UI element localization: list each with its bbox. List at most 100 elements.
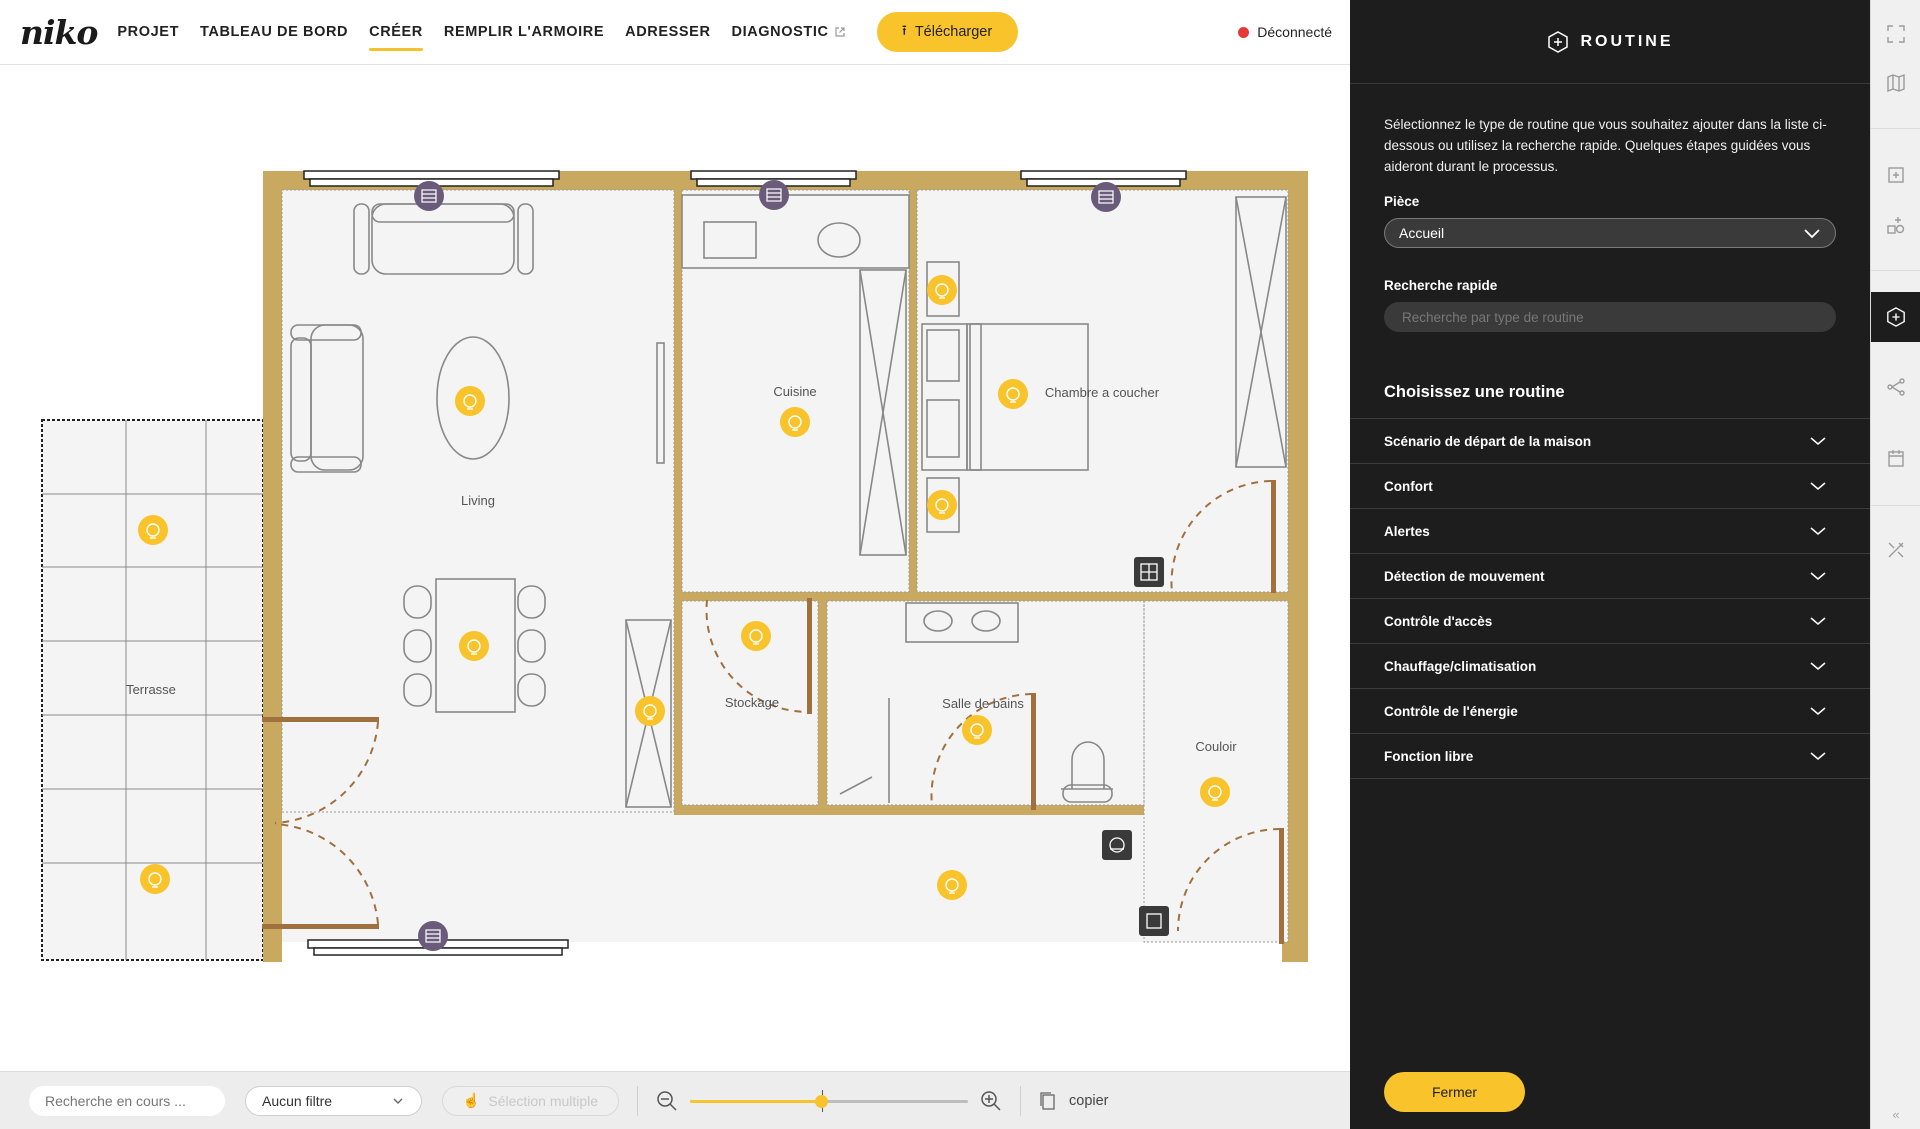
- room-select[interactable]: Accueil: [1384, 218, 1836, 248]
- routine-category-label: Fonction libre: [1384, 748, 1474, 764]
- shutter-icon[interactable]: [414, 181, 444, 211]
- routine-category-item[interactable]: Alertes: [1350, 509, 1870, 554]
- toolbar-divider: [1020, 1085, 1021, 1116]
- chevron-down-icon: [1810, 662, 1826, 670]
- nav-remplir-armoire-label: REMPLIR L'ARMOIRE: [443, 24, 605, 40]
- chevron-down-icon: [1810, 482, 1826, 490]
- light-bulb-icon[interactable]: [138, 515, 168, 545]
- calendar-icon[interactable]: [1871, 433, 1920, 483]
- light-bulb-icon[interactable]: [459, 631, 489, 661]
- niko-logo: niko: [20, 12, 98, 52]
- copy-button[interactable]: copier: [1039, 1091, 1109, 1111]
- room-label-living[interactable]: Living: [461, 493, 495, 508]
- add-device-icon[interactable]: [1871, 150, 1920, 200]
- nav-diagnostic[interactable]: DIAGNOSTIC: [732, 0, 846, 65]
- download-button-label: Télécharger: [914, 24, 993, 40]
- nav-tableau-de-bord-label: TABLEAU DE BORD: [200, 24, 349, 40]
- add-shapes-icon[interactable]: [1871, 200, 1920, 250]
- routine-category-label: Contrôle d'accès: [1384, 613, 1493, 629]
- chevron-down-icon: [1804, 229, 1820, 239]
- chevron-down-icon: [393, 1098, 403, 1104]
- routine-category-item[interactable]: Chauffage/climatisation: [1350, 644, 1870, 689]
- nav-creer-label: CRÉER: [369, 24, 423, 40]
- light-bulb-icon[interactable]: [1200, 777, 1230, 807]
- zoom-out-icon[interactable]: [656, 1090, 678, 1112]
- close-button[interactable]: Fermer: [1384, 1072, 1525, 1112]
- routine-icon[interactable]: [1871, 292, 1920, 342]
- tools-icon[interactable]: [1871, 525, 1920, 575]
- quick-search-placeholder: Recherche par type de routine: [1402, 309, 1584, 325]
- rail-separator: [1871, 505, 1920, 506]
- routine-intro-text: Sélectionnez le type de routine que vous…: [1384, 117, 1827, 174]
- quick-search-label: Recherche rapide: [1384, 278, 1498, 293]
- copy-icon: [1040, 1091, 1055, 1110]
- grid-panel-icon[interactable]: [1134, 557, 1164, 587]
- chevron-down-icon: [1810, 752, 1826, 760]
- external-link-icon: [834, 27, 845, 37]
- copy-button-label: copier: [1069, 1092, 1109, 1109]
- quick-search-input[interactable]: Recherche par type de routine: [1384, 302, 1836, 332]
- floorplan-drawing[interactable]: Living Cuisine Chambre a coucher Terrass…: [0, 66, 1350, 1071]
- routine-category-label: Confort: [1384, 478, 1433, 494]
- room-label-couloir[interactable]: Couloir: [1195, 739, 1237, 754]
- toolbar-divider: [637, 1085, 638, 1116]
- hand-pointer-icon: ☝: [462, 1092, 481, 1108]
- switch-square-icon[interactable]: [1139, 906, 1169, 936]
- routine-category-item[interactable]: Détection de mouvement: [1350, 554, 1870, 599]
- device-search-input[interactable]: Recherche en cours ...: [29, 1085, 225, 1116]
- motion-sensor-icon[interactable]: [1102, 830, 1132, 860]
- filter-select[interactable]: Aucun filtre: [245, 1085, 422, 1116]
- routine-category-item[interactable]: Contrôle de l'énergie: [1350, 689, 1870, 734]
- routine-category-item[interactable]: Confort: [1350, 464, 1870, 509]
- routine-category-item[interactable]: Scénario de départ de la maison: [1350, 419, 1870, 464]
- nav-tableau-de-bord[interactable]: TABLEAU DE BORD: [200, 0, 348, 65]
- light-bulb-icon[interactable]: [998, 379, 1028, 409]
- zoom-slider-fill: [690, 1099, 821, 1103]
- download-button[interactable]: ⭱ Télécharger: [876, 12, 1018, 52]
- map-icon[interactable]: [1871, 58, 1920, 108]
- room-select-label: Pièce: [1384, 194, 1420, 209]
- connections-icon[interactable]: [1871, 362, 1920, 412]
- room-label-cuisine[interactable]: Cuisine: [773, 384, 816, 399]
- nav-adresser-label: ADRESSER: [625, 24, 711, 40]
- chevron-down-icon: [1810, 707, 1826, 715]
- room-label-stockage[interactable]: Stockage: [725, 695, 779, 710]
- routine-category-list: Scénario de départ de la maison Confort …: [1350, 418, 1870, 779]
- light-bulb-icon[interactable]: [927, 490, 957, 520]
- routine-category-label: Scénario de départ de la maison: [1384, 433, 1592, 449]
- routine-category-item[interactable]: Contrôle d'accès: [1350, 599, 1870, 644]
- multi-select-button[interactable]: ☝ Sélection multiple: [442, 1085, 619, 1116]
- nav-projet[interactable]: PROJET: [117, 0, 179, 65]
- light-bulb-icon[interactable]: [140, 864, 170, 894]
- nav-creer[interactable]: CRÉER: [369, 0, 423, 65]
- rail-separator: [1871, 128, 1920, 129]
- room-label-terrasse[interactable]: Terrasse: [126, 682, 176, 697]
- zoom-slider[interactable]: [690, 1089, 968, 1112]
- shutter-icon[interactable]: [1091, 182, 1121, 212]
- light-bulb-icon[interactable]: [927, 275, 957, 305]
- status-dot-icon: [1238, 26, 1250, 38]
- nav-remplir-armoire[interactable]: REMPLIR L'ARMOIRE: [444, 0, 604, 65]
- chevron-down-icon: [1810, 617, 1826, 625]
- collapse-rail-icon[interactable]: «: [1871, 1100, 1920, 1129]
- light-bulb-icon[interactable]: [741, 621, 771, 651]
- light-bulb-icon[interactable]: [635, 696, 665, 726]
- routine-category-item[interactable]: Fonction libre: [1350, 734, 1870, 779]
- zoom-in-icon[interactable]: [980, 1090, 1002, 1112]
- zoom-slider-thumb[interactable]: [814, 1094, 828, 1108]
- light-bulb-icon[interactable]: [937, 870, 967, 900]
- shutter-icon[interactable]: [418, 921, 448, 951]
- light-bulb-icon[interactable]: [455, 386, 485, 416]
- light-bulb-icon[interactable]: [780, 407, 810, 437]
- room-label-chambre[interactable]: Chambre a coucher: [1045, 385, 1160, 400]
- chevron-down-icon: [1810, 527, 1826, 535]
- shutter-icon[interactable]: [759, 180, 789, 210]
- light-bulb-icon[interactable]: [962, 715, 992, 745]
- fullscreen-icon[interactable]: [1871, 9, 1920, 59]
- floorplan-canvas[interactable]: Living Cuisine Chambre a coucher Terrass…: [0, 66, 1350, 1071]
- connection-status-label: Déconnecté: [1257, 24, 1332, 40]
- room-label-salle-de-bains[interactable]: Salle de bains: [942, 696, 1024, 711]
- routine-category-label: Contrôle de l'énergie: [1384, 703, 1518, 719]
- nav-adresser[interactable]: ADRESSER: [625, 0, 710, 65]
- right-tool-rail: «: [1870, 0, 1920, 1129]
